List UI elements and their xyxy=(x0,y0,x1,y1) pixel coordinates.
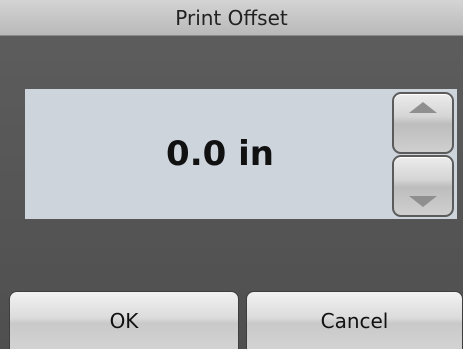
ok-button[interactable]: OK xyxy=(9,291,239,349)
dialog-title-bar: Print Offset xyxy=(0,0,463,36)
triangle-up-icon xyxy=(409,102,437,113)
cancel-button-label: Cancel xyxy=(320,308,389,333)
triangle-down-icon xyxy=(409,196,437,207)
decrement-button[interactable] xyxy=(392,155,454,217)
print-offset-dialog: Print Offset 0.0 in OK Cancel xyxy=(0,0,463,349)
dialog-title: Print Offset xyxy=(175,5,288,30)
increment-button[interactable] xyxy=(392,92,454,154)
cancel-button[interactable]: Cancel xyxy=(246,291,463,349)
offset-value: 0.0 in xyxy=(166,134,274,174)
ok-button-label: OK xyxy=(109,308,139,333)
